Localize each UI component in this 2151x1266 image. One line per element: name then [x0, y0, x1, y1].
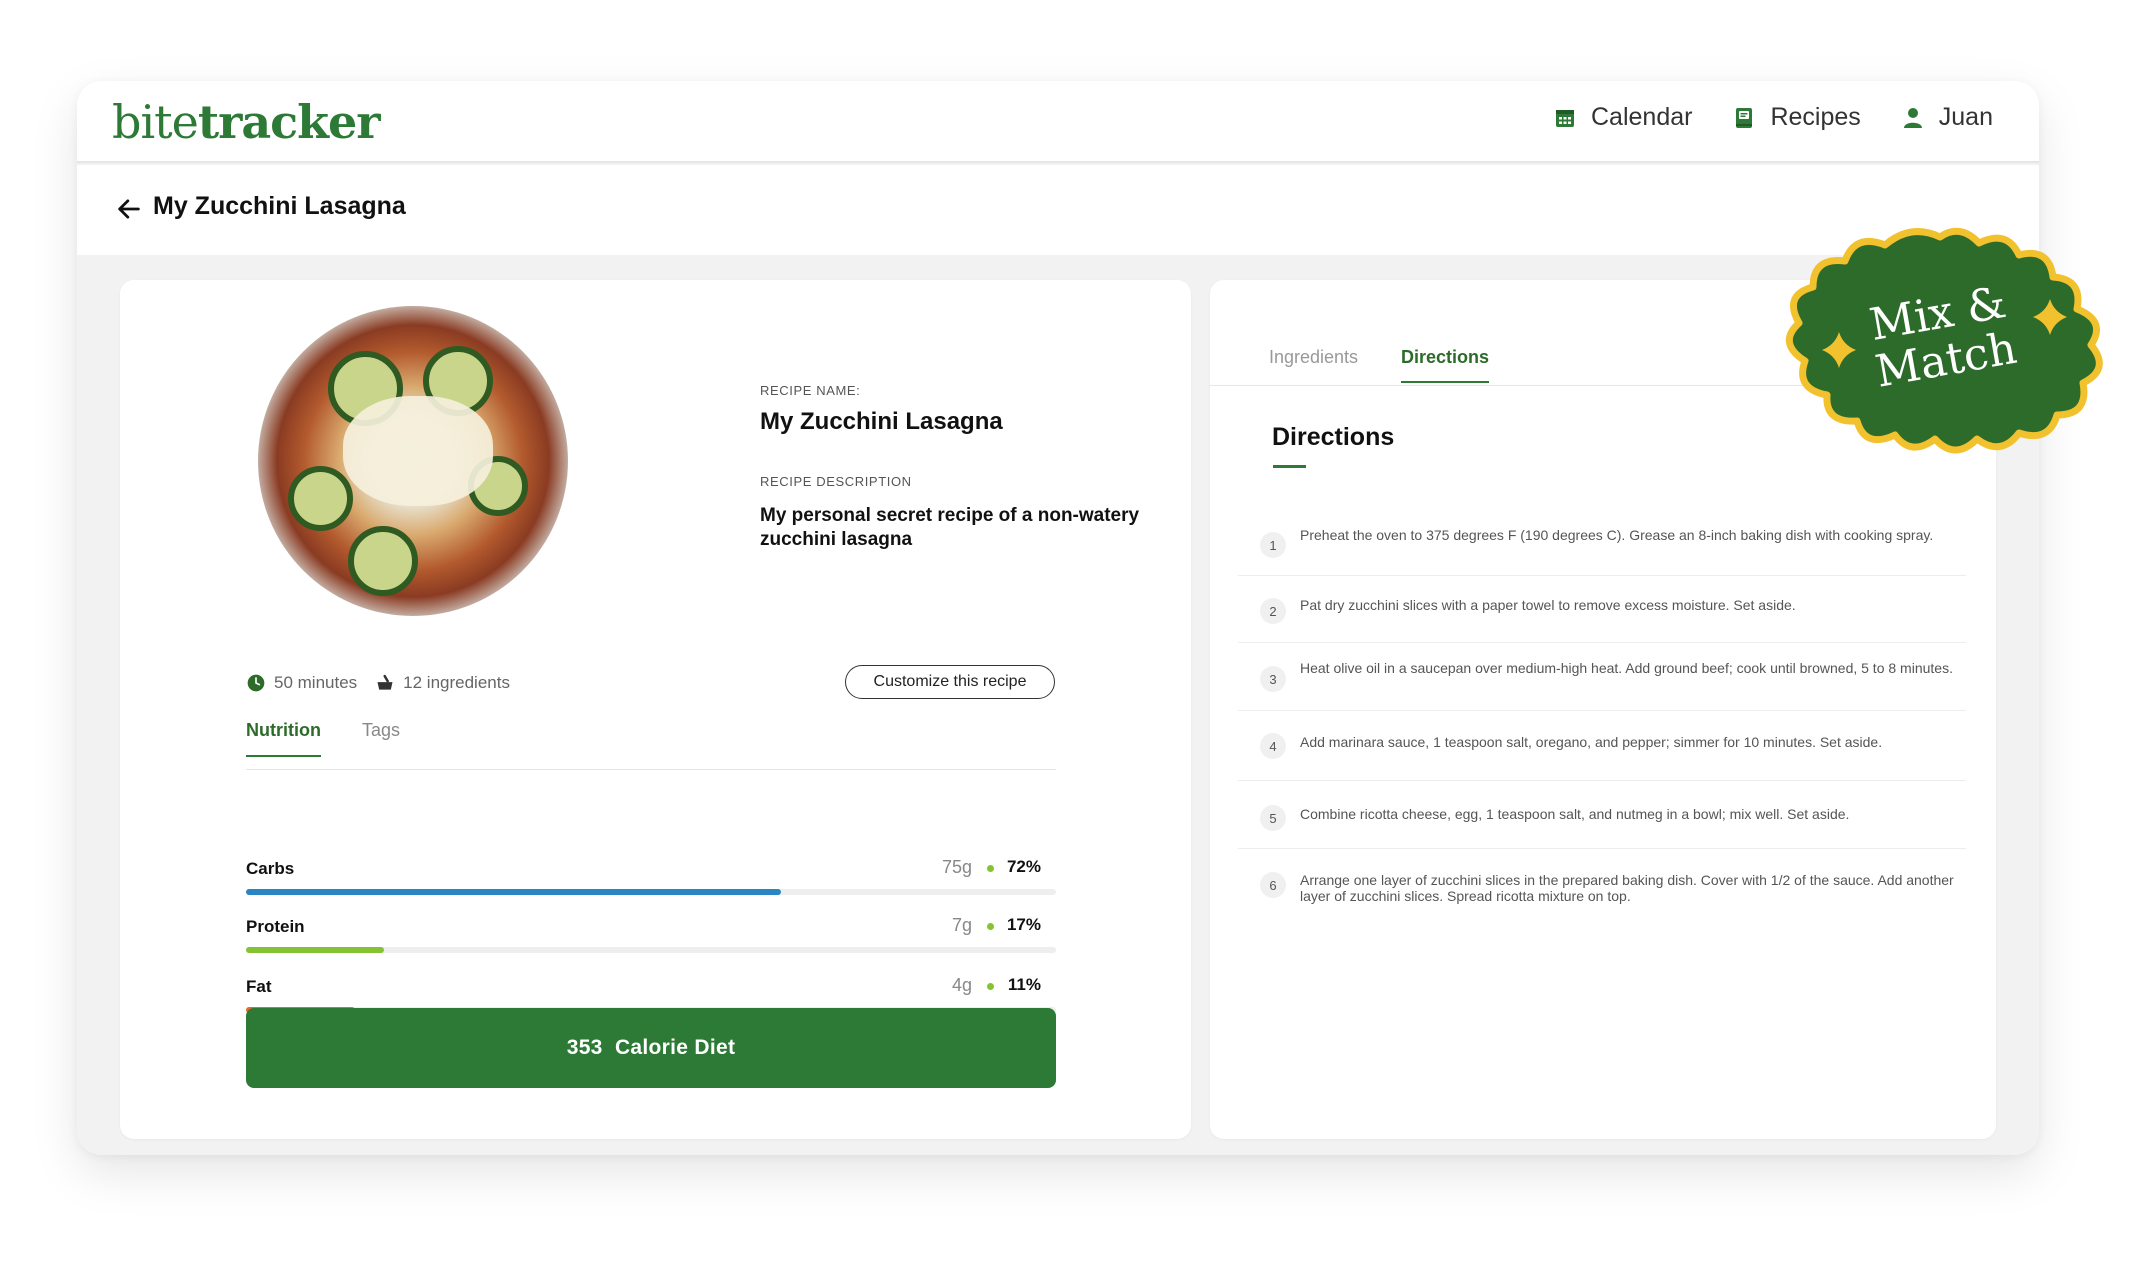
- cook-time: 50 minutes: [246, 673, 357, 693]
- book-icon: [1736, 107, 1753, 128]
- nutrient-percent: 17%: [1006, 915, 1041, 934]
- app-window: bitetracker Calendar Recipes Juan My Zuc…: [77, 81, 2039, 1155]
- calorie-diet-button[interactable]: 353 Calorie Diet: [246, 1008, 1056, 1088]
- step-text: Heat olive oil in a saucepan over medium…: [1300, 660, 1953, 676]
- step-text: Pat dry zucchini slices with a paper tow…: [1300, 597, 1796, 613]
- ingredient-count-value: 12 ingredients: [403, 673, 510, 692]
- recipe-description-label: RECIPE DESCRIPTION: [760, 474, 912, 489]
- logo-bold-text: tracker: [197, 95, 381, 149]
- tab-directions[interactable]: Directions: [1401, 347, 1490, 383]
- nav-calendar[interactable]: Calendar: [1553, 103, 1692, 132]
- recipe-description: My personal secret recipe of a non-water…: [760, 505, 1140, 550]
- step-number: 2: [1260, 598, 1286, 624]
- nutrient-bar-track: [246, 889, 1056, 895]
- recipe-name-label: RECIPE NAME:: [760, 383, 861, 398]
- logo-light-text: bite: [112, 95, 199, 149]
- user-icon: [1903, 107, 1922, 128]
- nutrition-row-carbs: Carbs 75g 72%: [246, 845, 1056, 895]
- direction-step: 6 Arrange one layer of zucchini slices i…: [1238, 849, 1966, 929]
- nutrient-grams: 4g: [951, 975, 972, 995]
- nutrient-percent: 11%: [1007, 975, 1041, 994]
- status-dot: [987, 923, 994, 930]
- direction-step: 1 Preheat the oven to 375 degrees F (190…: [1238, 513, 1966, 576]
- nav-calendar-label: Calendar: [1591, 103, 1693, 131]
- direction-step: 2 Pat dry zucchini slices with a paper t…: [1238, 576, 1966, 643]
- clock-icon: [247, 674, 265, 692]
- step-number: 1: [1260, 532, 1286, 558]
- nutrient-grams: 75g: [941, 857, 972, 877]
- logo[interactable]: bitetracker: [112, 95, 381, 149]
- page-header: My Zucchini Lasagna: [77, 165, 2039, 255]
- page-title: My Zucchini Lasagna: [153, 192, 406, 220]
- nutrition-tabs: Nutrition Tags: [246, 720, 1056, 770]
- directions-underline: [1273, 465, 1306, 468]
- direction-step: 3 Heat olive oil in a saucepan over medi…: [1238, 643, 1966, 711]
- step-number: 5: [1260, 805, 1286, 831]
- main-nav: Calendar Recipes Juan: [1553, 103, 1993, 132]
- back-arrow-icon[interactable]: [115, 195, 143, 223]
- nutrient-bar-fill: [246, 889, 781, 895]
- nutrient-name: Carbs: [246, 859, 295, 878]
- recipe-overview-card: RECIPE NAME: My Zucchini Lasagna RECIPE …: [120, 280, 1191, 1139]
- tab-ingredients[interactable]: Ingredients: [1269, 347, 1358, 381]
- nutrient-name: Protein: [246, 917, 305, 936]
- nutrition-row-fat: Fat 4g 11%: [246, 963, 1056, 1013]
- nutrient-percent: 72%: [1006, 857, 1041, 876]
- step-text: Preheat the oven to 375 degrees F (190 d…: [1300, 527, 1934, 543]
- nutrition-row-protein: Protein 7g 17%: [246, 903, 1056, 953]
- direction-step: 5 Combine ricotta cheese, egg, 1 teaspoo…: [1238, 781, 1966, 849]
- nutrient-bar-fill: [246, 947, 384, 953]
- step-number: 4: [1260, 733, 1286, 759]
- step-number: 6: [1260, 872, 1286, 898]
- recipe-name: My Zucchini Lasagna: [760, 408, 1003, 435]
- calorie-label: Calorie Diet: [614, 1036, 736, 1059]
- calendar-icon: [1556, 109, 1574, 127]
- step-number: 3: [1260, 666, 1286, 692]
- step-text: Arrange one layer of zucchini slices in …: [1300, 872, 1954, 904]
- customize-recipe-button[interactable]: Customize this recipe: [845, 665, 1055, 699]
- nutrient-name: Fat: [246, 977, 272, 996]
- direction-step: 4 Add marinara sauce, 1 teaspoon salt, o…: [1238, 711, 1966, 781]
- nav-user-label: Juan: [1938, 103, 1993, 131]
- directions-title: Directions: [1272, 423, 1395, 451]
- top-navbar: bitetracker Calendar Recipes Juan: [77, 81, 2039, 163]
- mix-and-match-badge: Mix & Match: [1786, 227, 2103, 454]
- step-text: Combine ricotta cheese, egg, 1 teaspoon …: [1300, 806, 1850, 822]
- tab-nutrition[interactable]: Nutrition: [246, 720, 321, 757]
- cook-time-value: 50 minutes: [274, 673, 358, 692]
- mortar-pestle-icon: [377, 674, 393, 690]
- status-dot: [987, 865, 994, 872]
- nutrient-bar-track: [246, 947, 1056, 953]
- step-text: Add marinara sauce, 1 teaspoon salt, ore…: [1300, 734, 1883, 750]
- nav-recipes[interactable]: Recipes: [1732, 103, 1861, 132]
- recipe-photo: [258, 306, 568, 616]
- nav-recipes-label: Recipes: [1770, 103, 1861, 131]
- recipe-meta: 50 minutes 12 ingredients: [246, 673, 510, 693]
- ingredient-count: 12 ingredients: [375, 673, 510, 693]
- nutrient-grams: 7g: [951, 915, 972, 935]
- calorie-value: 353: [566, 1036, 603, 1059]
- nav-user[interactable]: Juan: [1901, 103, 1993, 132]
- status-dot: [987, 983, 994, 990]
- tab-tags[interactable]: Tags: [362, 720, 400, 755]
